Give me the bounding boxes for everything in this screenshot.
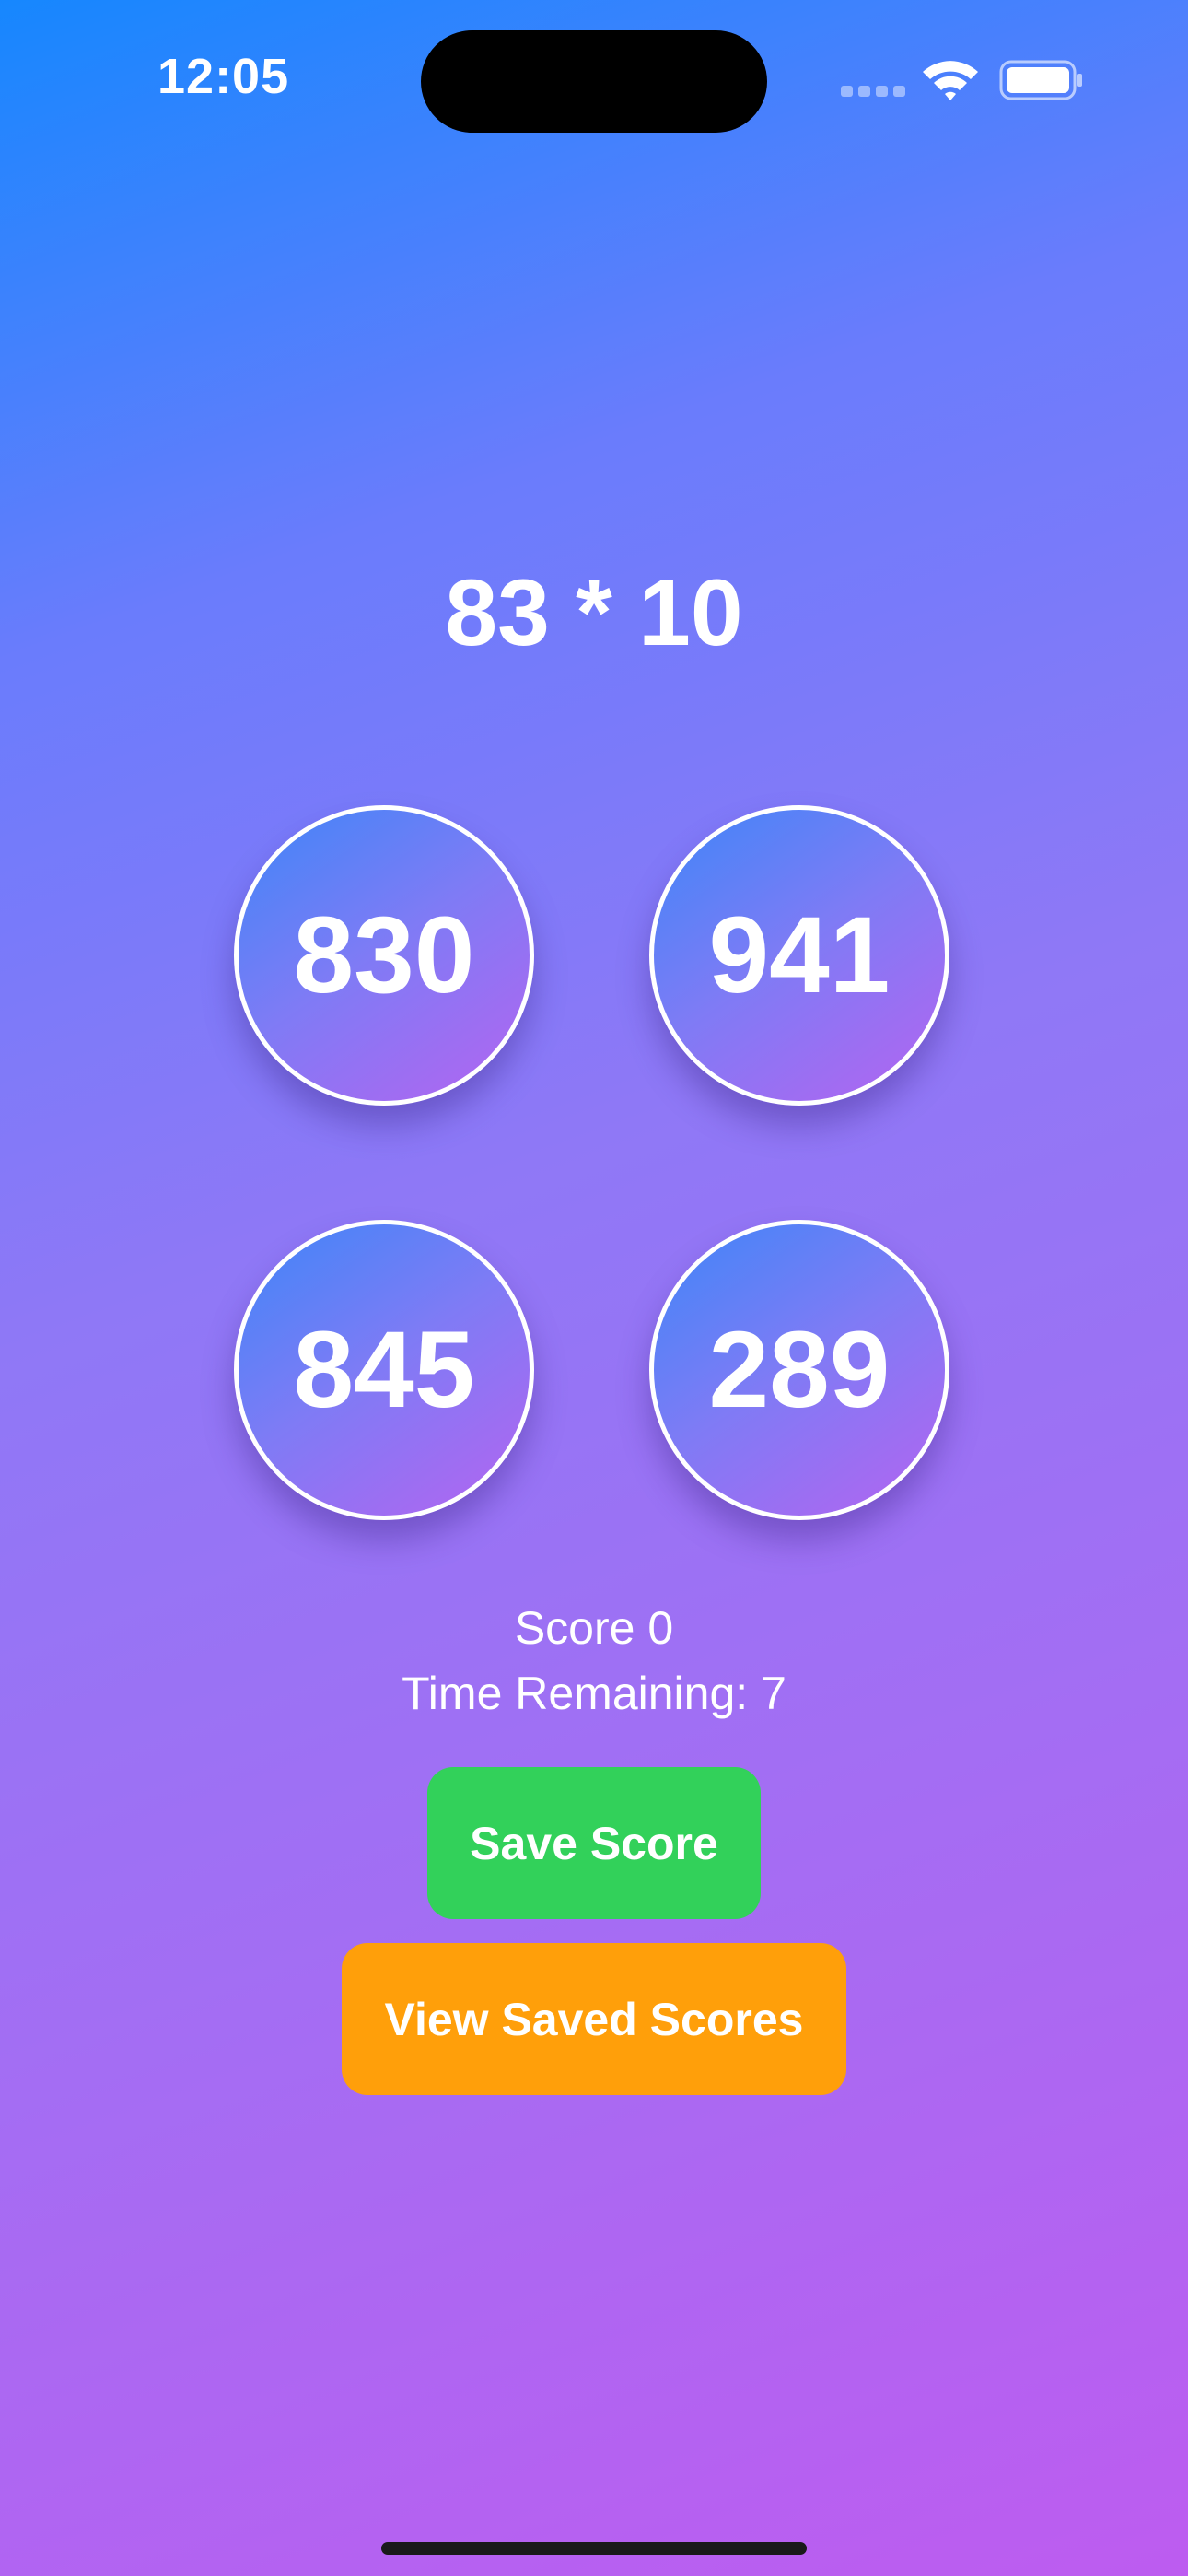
answer-option-3[interactable]: 845	[234, 1220, 534, 1520]
wifi-icon	[923, 61, 978, 100]
save-score-button[interactable]: Save Score	[427, 1767, 761, 1919]
cellular-signal-icon	[841, 86, 905, 97]
score-label: Score 0	[514, 1602, 674, 1654]
answer-option-2[interactable]: 941	[649, 805, 949, 1106]
home-indicator[interactable]	[381, 2542, 807, 2555]
view-saved-scores-button[interactable]: View Saved Scores	[342, 1943, 846, 2095]
answer-option-4[interactable]: 289	[649, 1220, 949, 1520]
answer-option-1[interactable]: 830	[234, 805, 534, 1106]
status-time: 12:05	[157, 49, 290, 104]
math-question: 83 * 10	[445, 560, 743, 665]
save-score-button-label: Save Score	[470, 1817, 718, 1869]
view-saved-scores-button-label: View Saved Scores	[384, 1993, 804, 2045]
dynamic-island	[421, 30, 767, 133]
time-remaining-label: Time Remaining: 7	[402, 1668, 786, 1719]
battery-icon	[999, 60, 1082, 100]
